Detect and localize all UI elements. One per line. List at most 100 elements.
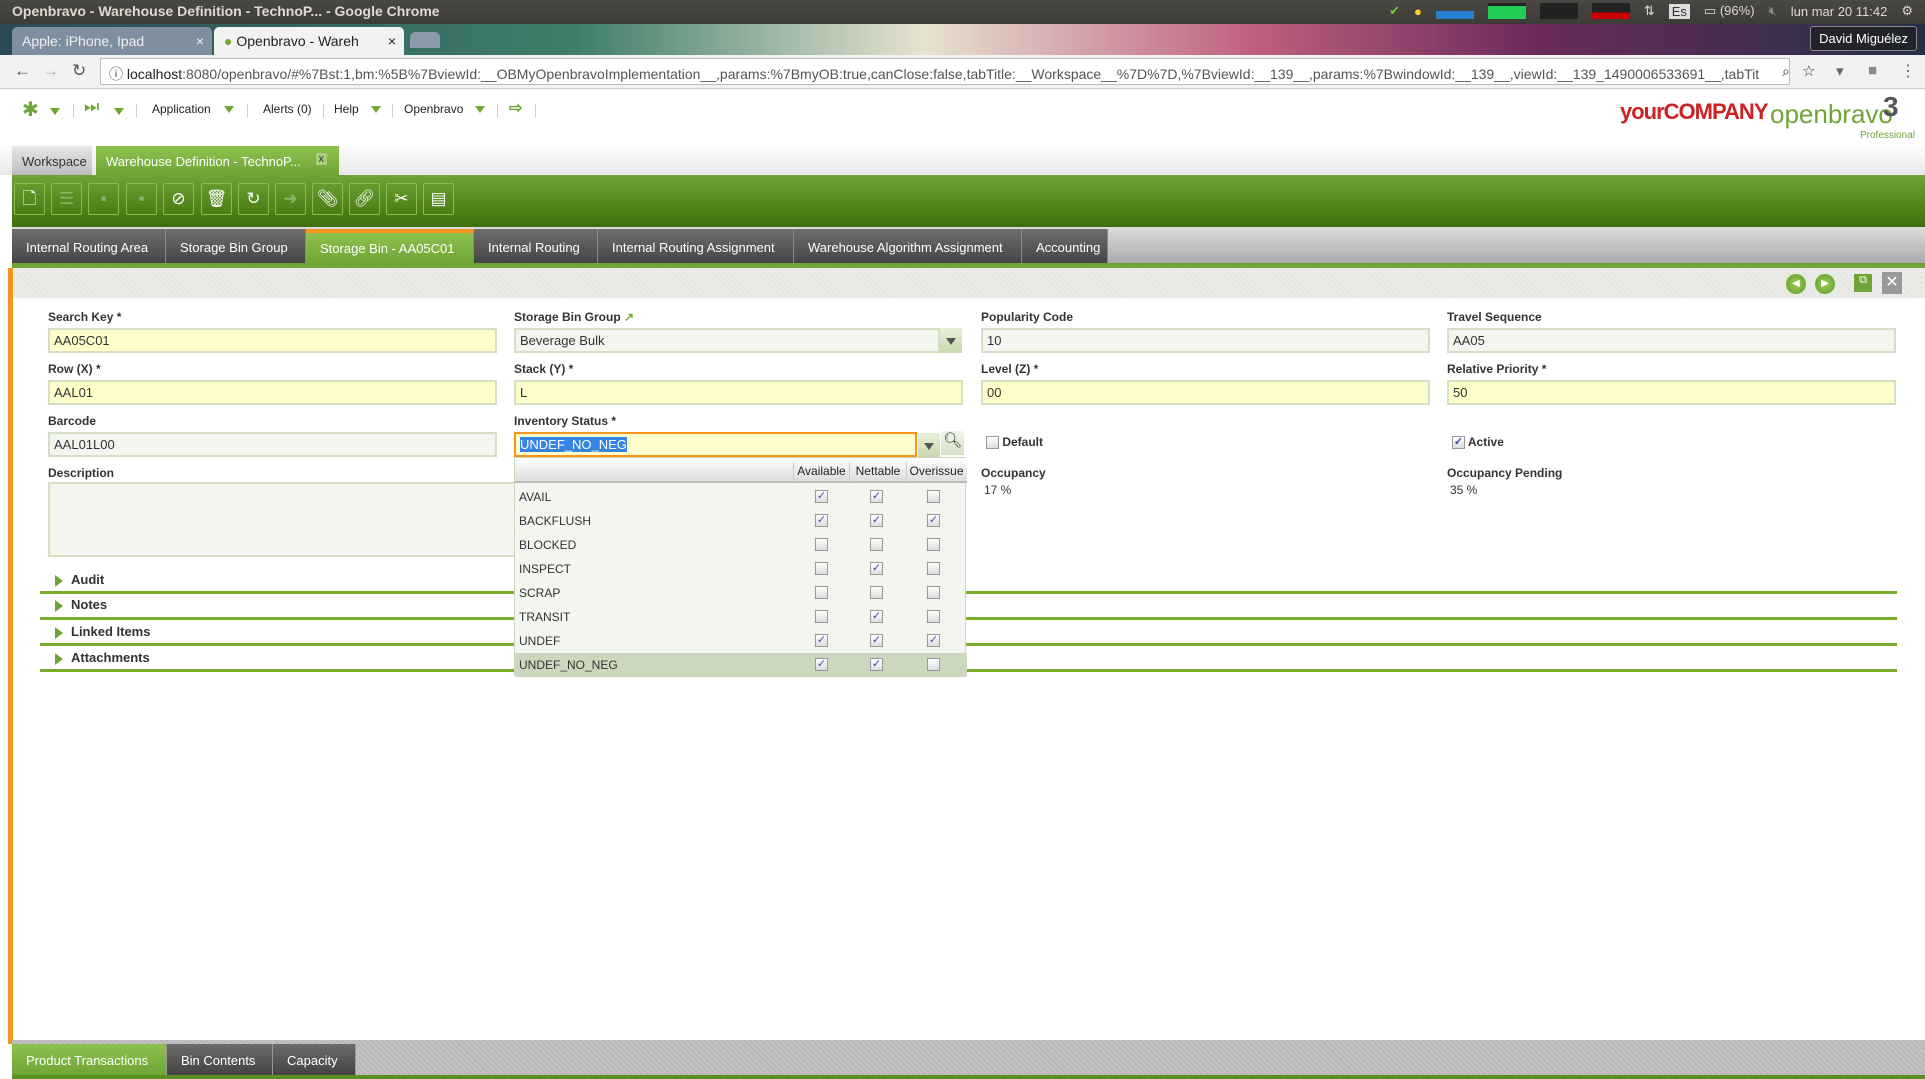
tab-accounting[interactable]: Accounting	[1022, 229, 1108, 264]
chevron-down-icon[interactable]	[940, 328, 962, 353]
tab-internal-routing-assignment[interactable]: Internal Routing Assignment	[598, 229, 794, 264]
row-input[interactable]: AAL01	[48, 380, 497, 405]
tab-product-transactions[interactable]: Product Transactions	[12, 1044, 167, 1075]
menu-icon[interactable]: ⋮	[1900, 61, 1916, 81]
sync-icon[interactable]: ✔	[1389, 3, 1400, 19]
column-header-available[interactable]: Available	[793, 462, 849, 483]
tab-internal-routing-area[interactable]: Internal Routing Area	[12, 229, 166, 264]
barcode-input[interactable]: AAL01L00	[48, 432, 497, 457]
column-header-nettable[interactable]: Nettable	[849, 462, 906, 483]
browser-tab[interactable]: Apple: iPhone, Ipad ×	[12, 27, 212, 55]
chevron-down-icon[interactable]	[224, 106, 234, 113]
selected-text: UNDEF_NO_NEG	[520, 437, 627, 452]
menu-help[interactable]: Help	[334, 102, 359, 116]
close-form-icon[interactable]: ✕	[1882, 272, 1902, 294]
dropdown-option[interactable]: SCRAP	[515, 581, 967, 605]
dropdown-option[interactable]: TRANSIT ✓	[515, 605, 967, 629]
active-checkbox-field[interactable]: ✓ Active	[1452, 435, 1504, 450]
bookmark-star-icon[interactable]: ☆	[1802, 62, 1815, 80]
delete-icon[interactable]: 🗑︎	[201, 183, 232, 215]
chevron-down-icon[interactable]	[918, 433, 940, 457]
menu-openbravo[interactable]: Openbravo	[404, 102, 463, 116]
extension-icon[interactable]: ■	[1868, 62, 1877, 79]
profile-button[interactable]: David Miguélez	[1810, 26, 1917, 51]
close-tab-icon[interactable]: x	[315, 153, 327, 165]
popularity-code-input[interactable]: 10	[981, 328, 1430, 353]
new-row-icon[interactable]: ☰	[51, 183, 82, 215]
tools-icon[interactable]: ✂	[386, 183, 417, 215]
save-close-icon[interactable]: ▪	[126, 183, 157, 215]
tab-warehouse-algorithm-assignment[interactable]: Warehouse Algorithm Assignment	[794, 229, 1022, 264]
inventory-status-input[interactable]: UNDEF_NO_NEG	[514, 432, 917, 457]
travel-sequence-input[interactable]: AA05	[1447, 328, 1896, 353]
quick-launch-icon[interactable]: ✱	[22, 97, 39, 122]
reload-icon[interactable]: ↻	[72, 61, 86, 81]
storage-bin-group-select[interactable]: Beverage Bulk	[514, 328, 940, 353]
search-key-label: Search Key *	[48, 310, 122, 324]
undo-icon[interactable]: ⊘	[163, 183, 194, 215]
save-icon[interactable]: ▪	[88, 183, 119, 215]
tab-warehouse-definition[interactable]: Warehouse Definition - TechnoP... x	[96, 146, 339, 175]
tab-storage-bin[interactable]: Storage Bin - AA05C01	[306, 229, 474, 264]
chrome-icon[interactable]: ●	[1414, 4, 1422, 19]
level-input[interactable]: 00	[981, 380, 1430, 405]
link-icon[interactable]: 🔗︎	[349, 183, 380, 215]
dropdown-option[interactable]: BLOCKED	[515, 533, 967, 557]
battery-icon[interactable]: ▭ (96%)	[1704, 3, 1755, 19]
browser-tab-active[interactable]: ● Openbravo - Wareh ×	[214, 27, 404, 55]
column-header-overissue[interactable]: Overissue	[906, 462, 966, 483]
extension-icon[interactable]: ▾	[1836, 62, 1844, 80]
clock[interactable]: lun mar 20 11:42	[1791, 4, 1888, 19]
power-icon[interactable]: ⚙	[1901, 3, 1913, 19]
previous-record-icon[interactable]: ◀	[1786, 274, 1806, 294]
dropdown-option[interactable]: UNDEF_NO_NEG ✓ ✓	[515, 653, 967, 677]
attachment-icon[interactable]: 📎︎	[312, 183, 343, 215]
chevron-down-icon[interactable]	[371, 106, 381, 113]
menu-alerts[interactable]: Alerts (0)	[263, 102, 312, 116]
url-input[interactable]: ⓘ localhost:8080/openbravo/#%7Bst:1,bm:%…	[100, 58, 1790, 85]
tab-capacity[interactable]: Capacity	[273, 1044, 356, 1075]
refresh-icon[interactable]: ↻	[238, 183, 269, 215]
chevron-down-icon[interactable]	[114, 108, 124, 115]
keyboard-layout[interactable]: Es	[1668, 3, 1690, 19]
quick-create-icon[interactable]: ⏭	[84, 97, 99, 117]
section-notes[interactable]: Notes	[55, 597, 107, 612]
chevron-down-icon[interactable]	[475, 106, 485, 113]
section-linked-items[interactable]: Linked Items	[55, 624, 150, 639]
forward-icon[interactable]: →	[42, 61, 59, 81]
next-record-icon[interactable]: ▶	[1815, 274, 1835, 294]
stack-input[interactable]: L	[514, 380, 963, 405]
tab-storage-bin-group[interactable]: Storage Bin Group	[166, 229, 306, 264]
search-icon[interactable]: 🔍︎	[941, 431, 964, 455]
section-audit[interactable]: Audit	[55, 572, 104, 587]
tab-workspace[interactable]: Workspace	[12, 146, 92, 175]
dropdown-option[interactable]: BACKFLUSH ✓ ✓ ✓	[515, 509, 967, 533]
new-tab-button[interactable]	[410, 32, 440, 48]
menu-application[interactable]: Application	[152, 102, 211, 116]
chevron-down-icon[interactable]	[50, 108, 60, 115]
active-checkbox[interactable]: ✓	[1452, 436, 1465, 450]
default-checkbox[interactable]	[986, 436, 999, 450]
network-arrows-icon[interactable]: ⇅	[1644, 3, 1655, 19]
maximize-icon[interactable]: ⧉	[1854, 274, 1872, 292]
description-textarea[interactable]	[48, 482, 518, 557]
section-attachments[interactable]: Attachments	[55, 650, 150, 665]
close-tab-icon[interactable]: ×	[388, 33, 396, 49]
export-icon[interactable]: ➜	[275, 183, 306, 215]
back-icon[interactable]: ←	[14, 61, 31, 81]
dropdown-option[interactable]: UNDEF ✓ ✓ ✓	[515, 629, 967, 653]
dropdown-option[interactable]: AVAIL ✓ ✓	[515, 485, 967, 509]
search-key-input[interactable]: AA05C01	[48, 328, 497, 353]
logout-icon[interactable]: ⇨	[509, 98, 522, 118]
tab-bin-contents[interactable]: Bin Contents	[167, 1044, 273, 1075]
dropdown-option[interactable]: INSPECT ✓	[515, 557, 967, 581]
link-arrow-icon[interactable]: ↗	[624, 310, 634, 324]
grid-view-icon[interactable]: ▤	[423, 183, 454, 215]
relative-priority-input[interactable]: 50	[1447, 380, 1896, 405]
close-tab-icon[interactable]: ×	[196, 33, 204, 49]
default-checkbox-field[interactable]: Default	[986, 435, 1043, 450]
volume-muted-icon[interactable]: 🔇︎	[1769, 3, 1777, 19]
zoom-icon[interactable]: ⌕	[1782, 63, 1790, 80]
new-document-icon[interactable]: 🗋︎	[14, 183, 45, 215]
tab-internal-routing[interactable]: Internal Routing	[474, 229, 598, 264]
